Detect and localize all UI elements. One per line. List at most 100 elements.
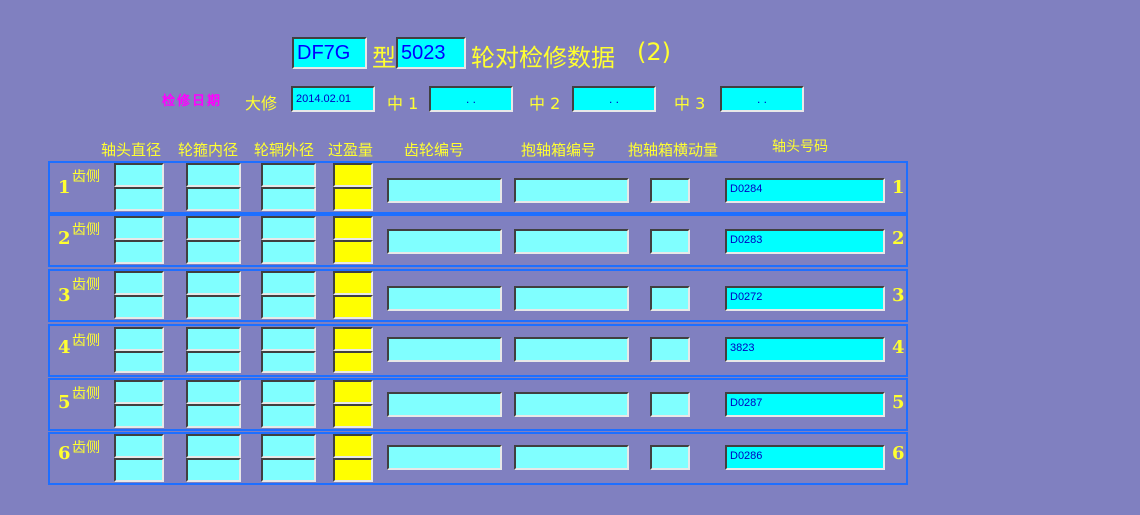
axle-diameter-other-field[interactable] (114, 187, 164, 211)
overhaul-date-field[interactable]: 2014.02.01 (291, 86, 375, 112)
interference-gear-field[interactable] (333, 163, 373, 187)
axle-box-play-field[interactable] (650, 178, 690, 203)
tire-inner-gear-field[interactable] (186, 163, 241, 187)
axle-code-field[interactable]: D0287 (725, 392, 885, 417)
model-input[interactable]: DF7G (292, 37, 367, 69)
column-header-tire-inner-diameter: 轮箍内径 (178, 141, 239, 159)
interference-other-field[interactable] (333, 351, 373, 373)
axle-code-field[interactable]: D0286 (725, 445, 885, 470)
interference-gear-field[interactable] (333, 434, 373, 458)
axle-diameter-gear-field[interactable] (114, 163, 164, 187)
rim-outer-other-field[interactable] (261, 240, 316, 264)
tire-inner-gear-field[interactable] (186, 434, 241, 458)
column-header-axle-box-play: 抱轴箱横动量 (628, 141, 719, 159)
axle-box-play-field[interactable] (650, 229, 690, 254)
axle-box-number-field[interactable] (514, 229, 629, 254)
tire-inner-gear-field[interactable] (186, 271, 241, 295)
axle-diameter-other-field[interactable] (114, 351, 164, 373)
date-label: 检修日期 (162, 94, 223, 109)
rim-outer-other-field[interactable] (261, 295, 316, 319)
axle-diameter-gear-field[interactable] (114, 434, 164, 458)
interference-other-field[interactable] (333, 295, 373, 319)
mid2-label: 中 2 (529, 94, 561, 113)
axle-box-number-field[interactable] (514, 392, 629, 417)
tire-inner-other-field[interactable] (186, 351, 241, 373)
axle-code-field[interactable]: D0272 (725, 286, 885, 311)
model-value: DF7G (297, 42, 351, 64)
overhaul-date-value: 2014.02.01 (296, 93, 352, 105)
rim-outer-gear-field[interactable] (261, 380, 316, 404)
mid3-date-field[interactable]: . . (720, 86, 804, 112)
axle-diameter-other-field[interactable] (114, 295, 164, 319)
number-input[interactable]: 5023 (396, 37, 466, 69)
gear-side-label: 齿侧 (72, 277, 100, 293)
rim-outer-gear-field[interactable] (261, 271, 316, 295)
gear-number-field[interactable] (387, 337, 502, 362)
axle-diameter-other-field[interactable] (114, 404, 164, 428)
axle-box-play-field[interactable] (650, 286, 690, 311)
interference-gear-field[interactable] (333, 327, 373, 351)
interference-other-field[interactable] (333, 404, 373, 428)
interference-gear-field[interactable] (333, 216, 373, 240)
axle-diameter-gear-field[interactable] (114, 327, 164, 351)
gear-number-field[interactable] (387, 178, 502, 203)
axle-box-number-field[interactable] (514, 445, 629, 470)
axle-box-play-field[interactable] (650, 337, 690, 362)
interference-other-field[interactable] (333, 187, 373, 211)
gear-side-label: 齿侧 (72, 222, 100, 238)
gear-number-field[interactable] (387, 392, 502, 417)
mid3-date-value: . . (756, 92, 767, 106)
interference-gear-field[interactable] (333, 271, 373, 295)
rim-outer-other-field[interactable] (261, 187, 316, 211)
interference-other-field[interactable] (333, 458, 373, 482)
mid1-date-field[interactable]: . . (429, 86, 513, 112)
tire-inner-gear-field[interactable] (186, 216, 241, 240)
axle-box-play-field[interactable] (650, 392, 690, 417)
rim-outer-other-field[interactable] (261, 351, 316, 373)
mid2-date-field[interactable]: . . (572, 86, 656, 112)
axle-box-number-field[interactable] (514, 337, 629, 362)
tire-inner-other-field[interactable] (186, 404, 241, 428)
rim-outer-other-field[interactable] (261, 404, 316, 428)
row-number-left: 4 (58, 337, 71, 358)
interference-gear-field[interactable] (333, 380, 373, 404)
gear-number-field[interactable] (387, 229, 502, 254)
row-number-left: 2 (58, 228, 71, 249)
column-header-axle-code: 轴头号码 (772, 139, 828, 155)
gear-number-field[interactable] (387, 286, 502, 311)
rim-outer-other-field[interactable] (261, 458, 316, 482)
gear-number-field[interactable] (387, 445, 502, 470)
rim-outer-gear-field[interactable] (261, 163, 316, 187)
axle-box-number-field[interactable] (514, 178, 629, 203)
interference-other-field[interactable] (333, 240, 373, 264)
axle-code-field[interactable]: D0283 (725, 229, 885, 254)
tire-inner-other-field[interactable] (186, 187, 241, 211)
column-header-axle-box-number: 抱轴箱编号 (521, 141, 597, 159)
axle-box-play-field[interactable] (650, 445, 690, 470)
column-header-axle-diameter: 轴头直径 (101, 141, 162, 159)
tire-inner-gear-field[interactable] (186, 380, 241, 404)
rim-outer-gear-field[interactable] (261, 216, 316, 240)
axle-diameter-gear-field[interactable] (114, 216, 164, 240)
tire-inner-other-field[interactable] (186, 458, 241, 482)
overhaul-label: 大修 (245, 94, 278, 113)
mid1-date-value: . . (465, 92, 476, 106)
axle-diameter-gear-field[interactable] (114, 380, 164, 404)
axle-code-field[interactable]: 3823 (725, 337, 885, 362)
page-title: 轮对检修数据 (471, 44, 615, 72)
axle-code-field[interactable]: D0284 (725, 178, 885, 203)
page-number: (2) (637, 38, 671, 66)
tire-inner-other-field[interactable] (186, 295, 241, 319)
axle-diameter-gear-field[interactable] (114, 271, 164, 295)
row-number-right: 4 (892, 337, 905, 358)
tire-inner-other-field[interactable] (186, 240, 241, 264)
tire-inner-gear-field[interactable] (186, 327, 241, 351)
axle-diameter-other-field[interactable] (114, 240, 164, 264)
axle-diameter-other-field[interactable] (114, 458, 164, 482)
gear-side-label: 齿侧 (72, 386, 100, 402)
rim-outer-gear-field[interactable] (261, 434, 316, 458)
axle-box-number-field[interactable] (514, 286, 629, 311)
model-suffix-label: 型 (372, 44, 396, 72)
number-value: 5023 (401, 42, 446, 64)
rim-outer-gear-field[interactable] (261, 327, 316, 351)
